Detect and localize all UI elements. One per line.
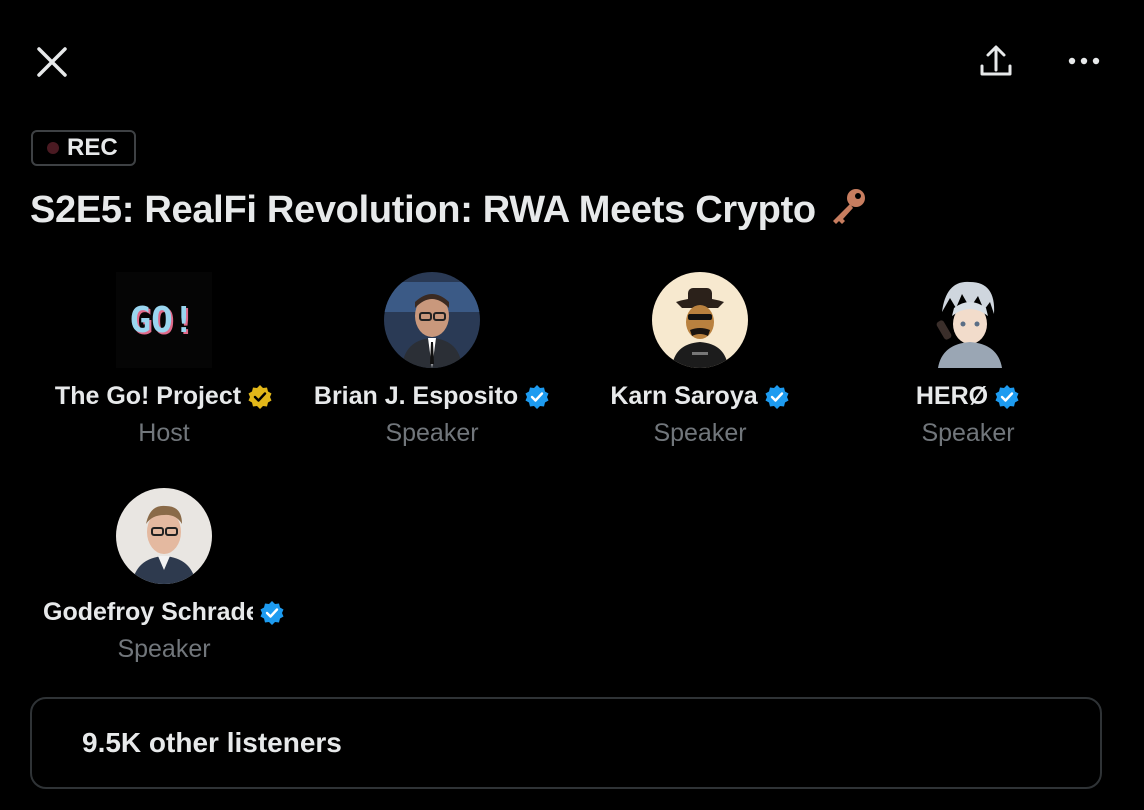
participant-name: The Go! Project <box>54 382 242 410</box>
key-icon <box>826 186 868 238</box>
participant-name: Brian J. Esposito <box>313 382 519 410</box>
avatar: GO! GO! <box>116 272 212 368</box>
participant-host[interactable]: GO! GO! The Go! Project Host <box>34 272 294 448</box>
verified-blue-icon <box>260 600 284 625</box>
avatar <box>384 272 480 368</box>
top-bar <box>0 0 1144 120</box>
share-icon <box>980 45 1012 76</box>
recording-label: REC <box>67 134 118 161</box>
space-title-text: S2E5: RealFi Revolution: RWA Meets Crypt… <box>30 189 816 232</box>
recording-badge: REC <box>31 130 136 166</box>
participant-role: Speaker <box>921 419 1015 447</box>
close-icon <box>37 47 67 77</box>
avatar <box>652 272 748 368</box>
participant-name-row: Godefroy Schrader <box>34 598 294 627</box>
participant-speaker[interactable]: Karn Saroya Speaker <box>570 272 830 448</box>
participant-role: Speaker <box>385 419 479 447</box>
more-icon <box>1068 57 1100 65</box>
verified-blue-icon <box>765 384 789 409</box>
share-button[interactable] <box>974 40 1018 84</box>
avatar <box>920 272 1016 368</box>
participant-name-row: The Go! Project <box>34 382 294 411</box>
participant-name-row: Karn Saroya <box>570 382 830 411</box>
avatar-logo-text-overlay: GO! <box>129 300 194 341</box>
space-title: S2E5: RealFi Revolution: RWA Meets Crypt… <box>30 186 868 238</box>
verified-gold-icon <box>248 384 272 409</box>
recording-dot-icon <box>47 142 59 154</box>
listeners-button[interactable]: 9.5K other listeners <box>30 697 1102 789</box>
avatar <box>116 488 212 584</box>
participant-name: HERØ <box>915 382 989 410</box>
participant-role: Host <box>138 419 190 447</box>
listeners-count: 9.5K other listeners <box>82 727 342 758</box>
participant-name: Godefroy Schrader <box>43 598 253 626</box>
participant-name-row: HERØ <box>838 382 1098 411</box>
participant-speaker[interactable]: HERØ Speaker <box>838 272 1098 448</box>
verified-blue-icon <box>995 384 1019 409</box>
verified-blue-icon <box>525 384 549 409</box>
participant-name-row: Brian J. Esposito <box>302 382 562 411</box>
close-button[interactable] <box>30 40 74 84</box>
participant-speaker[interactable]: Brian J. Esposito Speaker <box>302 272 562 448</box>
participant-role: Speaker <box>117 635 211 663</box>
participant-name: Karn Saroya <box>610 382 758 410</box>
participant-speaker[interactable]: Godefroy Schrader Speaker <box>34 488 294 664</box>
participant-role: Speaker <box>653 419 747 447</box>
more-options-button[interactable] <box>1062 40 1106 84</box>
